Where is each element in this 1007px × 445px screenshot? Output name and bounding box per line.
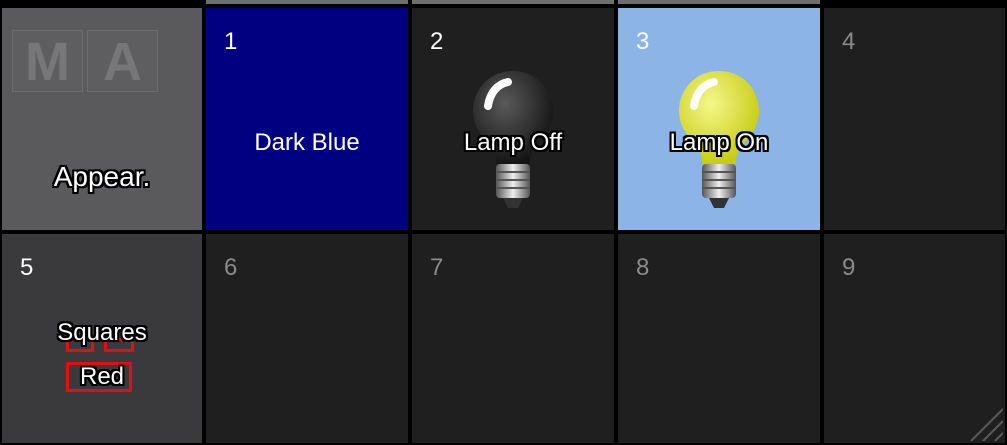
appearance-cell-8[interactable]: 8 (618, 234, 820, 443)
cell-label: Lamp On (669, 129, 769, 156)
appearance-cell-7[interactable]: 7 (412, 234, 614, 443)
cell-3-topbar (618, 0, 820, 4)
cell-1-topbar (206, 0, 408, 4)
appearances-title-cell[interactable]: M A Appear. (2, 8, 202, 230)
cell-number: 9 (842, 254, 856, 281)
appearances-title-label: Appear. (53, 161, 151, 192)
appearance-cell-3[interactable]: 3 Lamp On (618, 8, 820, 230)
ma-logo: M A (12, 30, 162, 94)
resize-handle-icon[interactable] (963, 401, 1003, 441)
cell-number: 7 (430, 254, 444, 281)
appearance-cell-6[interactable]: 6 (206, 234, 408, 443)
cell-label: Lamp Off (463, 129, 563, 156)
cell-label-line1: Squares (57, 319, 147, 346)
cell-number: 6 (224, 254, 238, 281)
cell-number: 8 (636, 254, 650, 281)
appearance-grid: M A Appear. 1 Dark Blue 2 Lamp Off 3 Lam… (2, 0, 1005, 443)
cell-number: 3 (636, 28, 650, 55)
cell-2-topbar (412, 0, 614, 4)
appearance-cell-4[interactable]: 4 (824, 8, 1005, 230)
appearance-cell-2[interactable]: 2 Lamp Off (412, 8, 614, 230)
logo-letter-m: M (12, 30, 83, 92)
cell-label-line2: Red (79, 363, 125, 390)
appearance-cell-5[interactable]: 5 Squares Red (2, 234, 202, 443)
cell-number: 4 (842, 28, 856, 55)
cell-number: 2 (430, 28, 444, 55)
cell-number: 5 (20, 254, 34, 281)
appearance-cell-1[interactable]: 1 Dark Blue (206, 8, 408, 230)
appearances-window: M A Appear. 1 Dark Blue 2 Lamp Off 3 Lam… (0, 0, 1007, 445)
cell-number: 1 (224, 28, 238, 55)
appearance-cell-9[interactable]: 9 (824, 234, 1005, 443)
logo-letter-a: A (87, 30, 158, 92)
cell-label: Dark Blue (254, 129, 360, 156)
